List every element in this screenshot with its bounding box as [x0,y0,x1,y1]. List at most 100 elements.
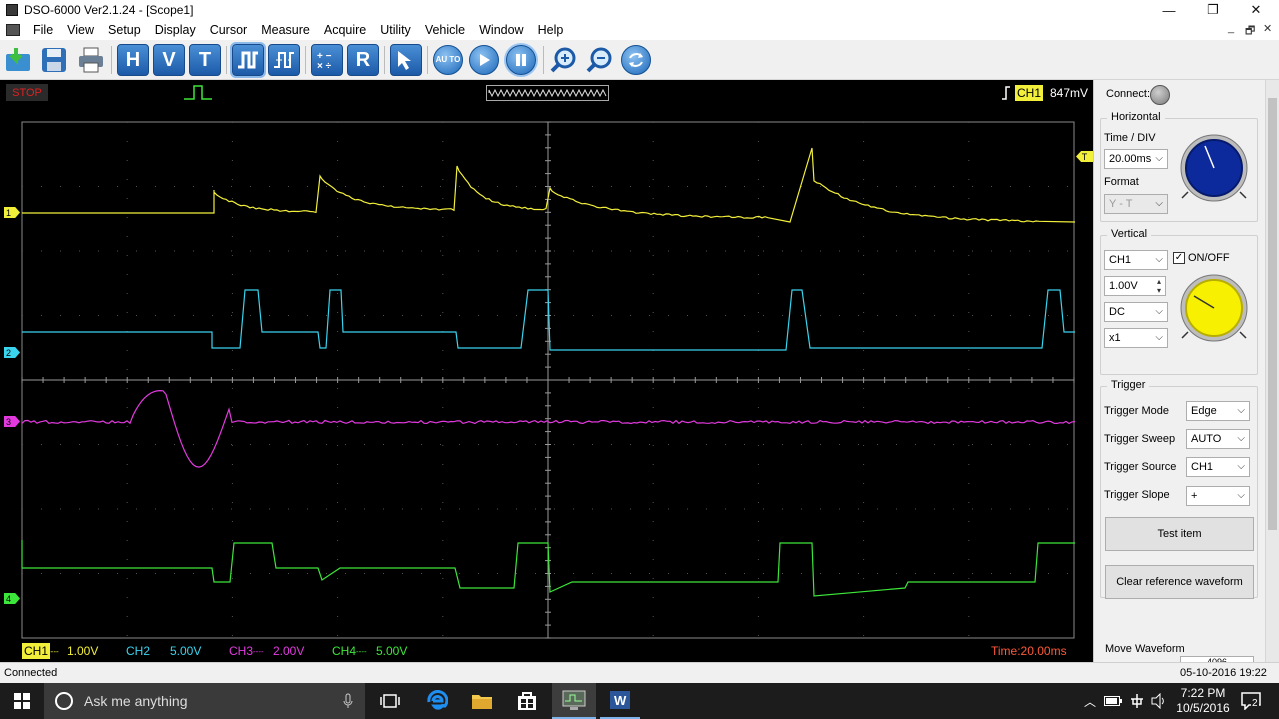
trigger-sweep-select[interactable]: AUTO ⌵ [1186,429,1250,449]
document-icon[interactable] [6,24,20,36]
volume-icon[interactable] [1148,683,1170,719]
chevron-down-icon: ⌵ [1155,153,1163,164]
chevron-down-icon: ⌵ [1237,461,1245,472]
scope-display[interactable]: STOP CH1 847mV T 1 2 3 4 CH1 ---- 1.00V … [0,80,1093,662]
microphone-icon[interactable] [343,693,353,709]
close-button[interactable]: ✕ [1236,0,1276,20]
store-button[interactable] [507,683,547,719]
reference-button[interactable]: R [347,44,379,76]
zoom-out-button[interactable] [583,44,615,76]
trigger-title: Trigger [1107,379,1149,391]
system-clock[interactable]: 7:22 PM 10/5/2016 [1172,683,1234,719]
ch4-label[interactable]: CH4 [332,643,356,659]
toolbar-separator [305,46,306,74]
show-hidden-icons-chevron-icon[interactable]: ︿ [1080,683,1100,719]
menu-utility[interactable]: Utility [373,23,418,37]
run-button[interactable] [469,45,499,75]
task-view-button[interactable] [370,683,410,719]
math-button[interactable]: + − × ÷ [311,44,343,76]
mdi-close-button[interactable]: ✕ [1263,22,1272,35]
action-center-button[interactable]: 2 [1236,683,1266,719]
ch4-scale: 5.00V [376,643,407,659]
mdi-minimize-button[interactable]: _ [1228,22,1234,34]
menu-cursor[interactable]: Cursor [203,23,255,37]
format-label: Format [1104,176,1139,188]
channel-select[interactable]: CH1 ⌵ [1104,250,1168,270]
menu-measure[interactable]: Measure [254,23,317,37]
cursor-button[interactable] [390,44,422,76]
battery-shape-icon [1104,696,1122,706]
connection-status-indicator [1150,85,1170,105]
trigger-source-label: Trigger Source [1104,461,1176,473]
menu-display[interactable]: Display [148,23,203,37]
scrollbar-thumb[interactable] [1268,98,1277,530]
save-button[interactable] [38,44,70,76]
vertical-title: Vertical [1107,228,1151,240]
minimize-button[interactable]: — [1149,0,1189,20]
file-explorer-button[interactable] [462,683,502,719]
square-wave-icon [236,49,260,71]
timebase-knob[interactable] [1174,132,1254,204]
vertical-button[interactable]: V [153,44,185,76]
battery-icon[interactable] [1102,683,1124,719]
auto-button[interactable]: AU TO [433,45,463,75]
clear-reference-waveform-button[interactable]: Clear reference waveform [1105,565,1254,599]
menu-acquire[interactable]: Acquire [317,23,373,37]
trigger-slope-select[interactable]: + ⌵ [1186,486,1250,506]
start-button[interactable] [0,683,44,719]
title-bar: DSO-6000 Ver2.1.24 - [Scope1] — ❐ ✕ [0,0,1279,20]
zoom-in-button[interactable] [547,44,579,76]
ch2-label[interactable]: CH2 [126,643,150,659]
edge-icon [426,690,448,712]
print-button[interactable] [75,44,107,76]
ch3-label[interactable]: CH3 [229,643,253,659]
trigger-mode-select[interactable]: Edge ⌵ [1186,401,1250,421]
trigger-source-select[interactable]: CH1 ⌵ [1186,457,1250,477]
volts-knob[interactable] [1174,272,1254,344]
chevron-down-icon: ⌵ [1237,490,1245,501]
chevron-down-icon: ⌵ [1155,254,1163,265]
menu-setup[interactable]: Setup [101,23,148,37]
edge-browser-button[interactable] [417,683,457,719]
menu-file[interactable]: File [26,23,60,37]
zoom-out-icon [585,46,613,74]
square-wave-button[interactable] [232,44,264,76]
time-div-select[interactable]: 20.00ms ⌵ [1104,149,1168,169]
horizontal-button[interactable]: H [117,44,149,76]
test-item-button[interactable]: Test item [1105,517,1254,551]
word-app-button[interactable]: W [600,683,640,719]
open-button[interactable] [3,44,35,76]
clock-date: 10/5/2016 [1176,701,1229,716]
spinner-arrows-icon[interactable]: ▴ ▾ [1157,277,1161,295]
status-bar: Connected 05-10-2016 19:22 [0,662,1279,683]
oscilloscope-app-button[interactable] [552,683,596,719]
refresh-button[interactable] [621,45,651,75]
menu-vehicle[interactable]: Vehicle [418,23,472,37]
window-title: DSO-6000 Ver2.1.24 - [Scope1] [24,3,193,17]
cortana-search-box[interactable]: Ask me anything [44,683,365,719]
mdi-restore-button[interactable]: 🗗 [1245,22,1255,41]
network-icon[interactable] [1126,683,1148,719]
notification-count-badge: 2 [1251,698,1259,709]
menu-help[interactable]: Help [531,23,571,37]
on-off-checkbox[interactable]: ✓ [1173,252,1185,264]
probe-select[interactable]: x1 ⌵ [1104,328,1168,348]
format-select[interactable]: Y - T ⌵ [1104,194,1168,214]
volts-div-spinner[interactable]: 1.00V ▴ ▾ [1104,276,1166,296]
restore-button[interactable]: ❐ [1193,0,1233,20]
svg-text:× ÷: × ÷ [317,61,332,71]
menu-view[interactable]: View [60,23,101,37]
coupling-select[interactable]: DC ⌵ [1104,302,1168,322]
menu-window[interactable]: Window [472,23,530,37]
trigger-button[interactable]: T [189,44,221,76]
trigger-source-value: CH1 [1191,461,1213,473]
waveform-grid[interactable] [0,80,1093,640]
probe-value: x1 [1109,332,1121,344]
panel-scrollbar[interactable] [1265,80,1279,662]
move-waveform-label: Move Waveform [1105,643,1185,655]
toolbar: H V T + − × ÷ R AU TO [0,40,1279,80]
pause-button[interactable] [506,45,536,75]
time-div-value: 20.00ms [1109,153,1151,165]
ch1-label[interactable]: CH1 [22,643,50,659]
measure-wave-button[interactable] [268,44,300,76]
